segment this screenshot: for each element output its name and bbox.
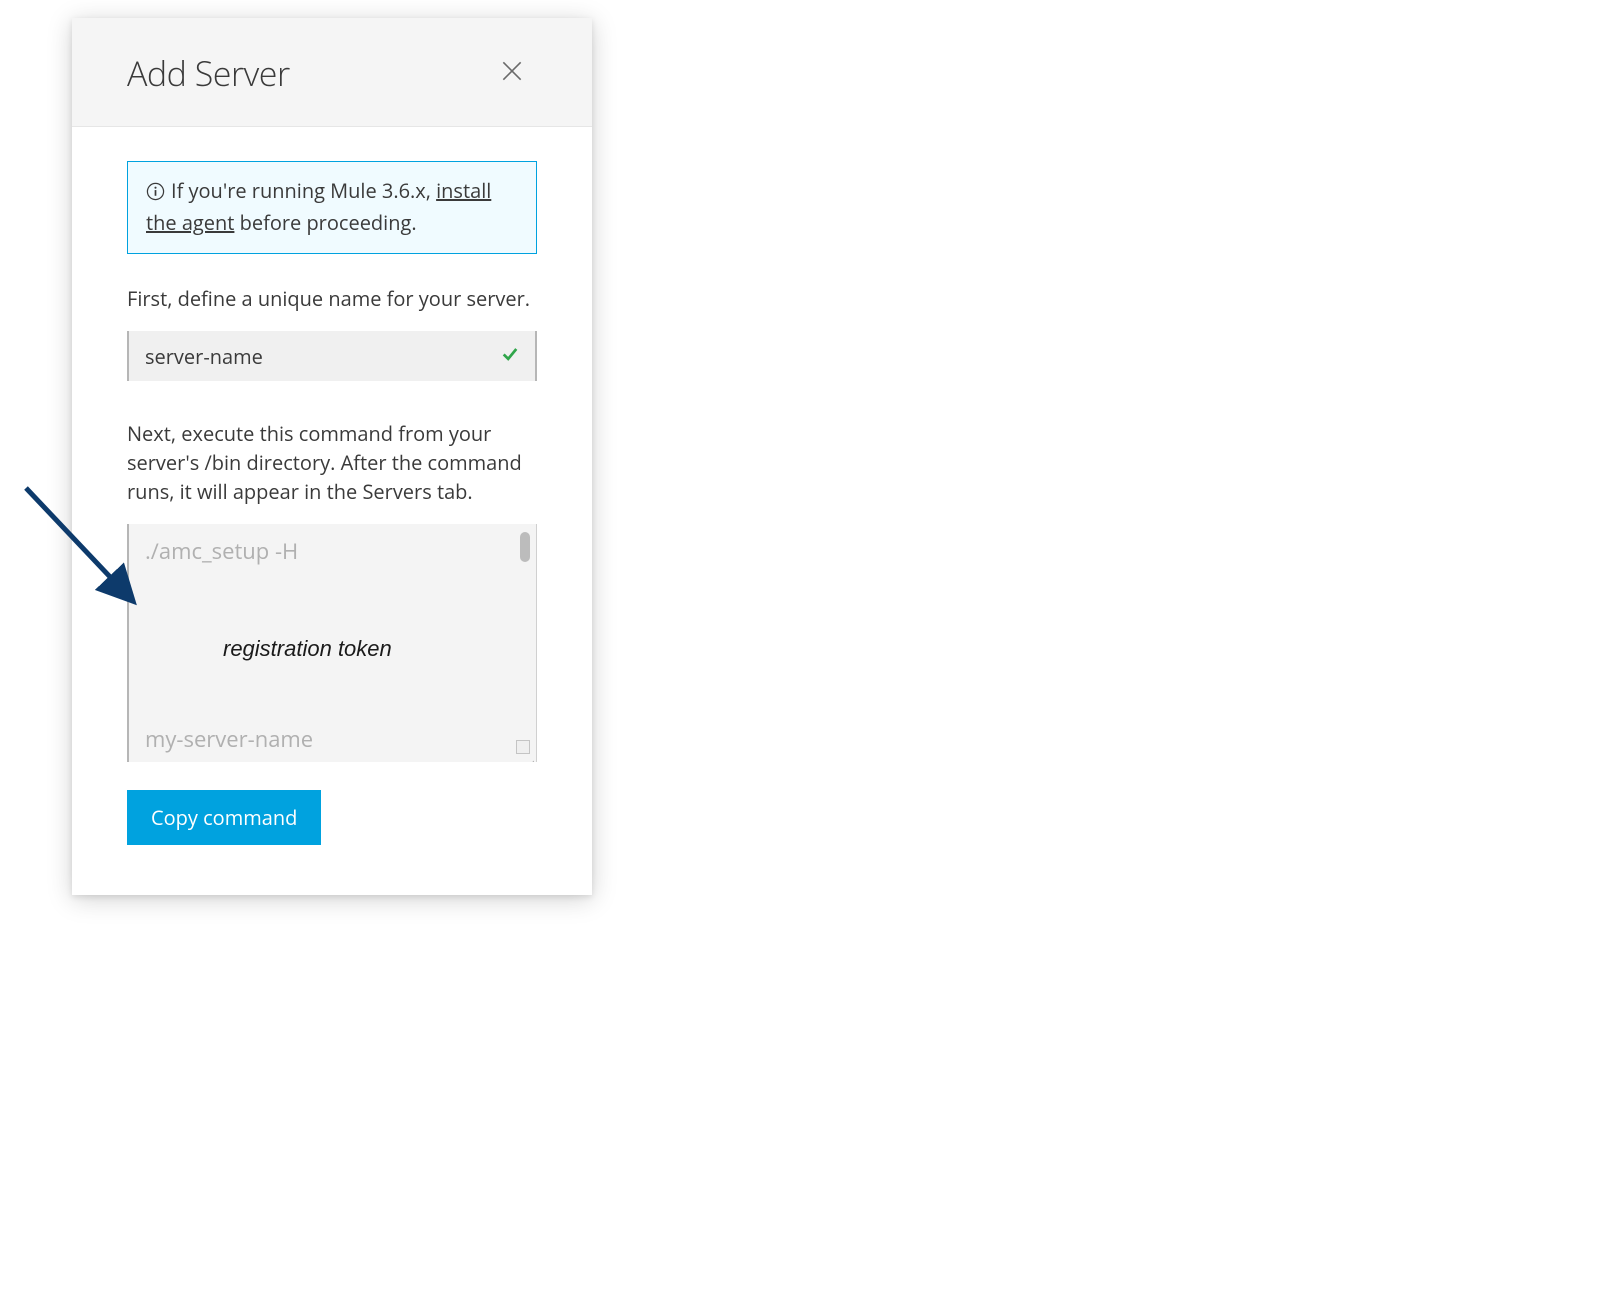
check-icon xyxy=(501,345,519,368)
registration-token-label: registration token xyxy=(223,636,392,662)
info-banner: If you're running Mule 3.6.x, install th… xyxy=(127,161,537,254)
dialog-header: Add Server xyxy=(72,18,592,127)
dialog-body: If you're running Mule 3.6.x, install th… xyxy=(72,127,592,895)
info-banner-prefix: If you're running Mule 3.6.x, xyxy=(171,177,436,204)
command-line-3: my-server-name xyxy=(145,724,313,754)
scrollbar[interactable] xyxy=(516,532,530,752)
close-button[interactable] xyxy=(492,53,532,93)
scrollbar-thumb[interactable] xyxy=(520,532,530,562)
dialog-title: Add Server xyxy=(127,50,290,96)
instruction-execute-command: Next, execute this command from your ser… xyxy=(127,419,537,506)
info-banner-suffix: before proceeding. xyxy=(234,209,416,236)
copy-command-button[interactable]: Copy command xyxy=(127,790,321,845)
command-textarea[interactable]: ./amc_setup -H registration token my-ser… xyxy=(127,524,537,762)
info-icon xyxy=(146,179,165,208)
resize-grip-icon[interactable] xyxy=(522,748,534,760)
close-icon xyxy=(499,58,525,89)
command-line-1: ./amc_setup -H xyxy=(145,536,506,566)
server-name-input[interactable] xyxy=(127,331,537,381)
add-server-dialog: Add Server If you're running Mule 3.6.x,… xyxy=(72,18,592,895)
server-name-field-wrap xyxy=(127,331,537,381)
instruction-define-name: First, define a unique name for your ser… xyxy=(127,284,537,313)
